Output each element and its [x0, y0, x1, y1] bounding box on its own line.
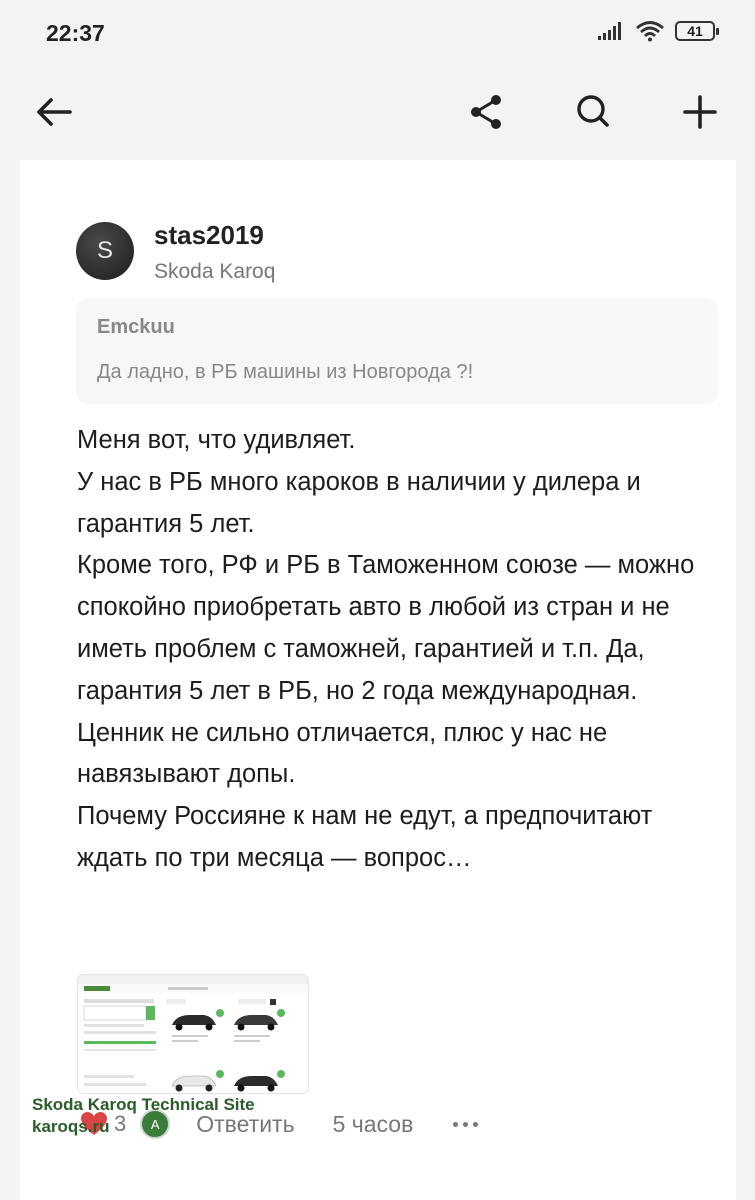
status-time: 22:37	[46, 20, 105, 46]
post-line: Ценник не сильно отличается, плюс у нас …	[77, 718, 608, 789]
search-icon	[577, 95, 609, 127]
wifi-icon	[636, 21, 664, 42]
attached-image-thumbnail[interactable]	[77, 974, 309, 1094]
back-button[interactable]	[28, 86, 80, 138]
post-line: Почему Россияне к нам не едут, а предпоч…	[77, 802, 653, 872]
quoted-message[interactable]: Emckuu Да ладно, в РБ машины из Новгород…	[76, 298, 718, 404]
post-user-car: Skoda Karoq	[154, 260, 276, 283]
battery-icon: 41	[675, 21, 719, 41]
quote-text: Да ладно, в РБ машины из Новгорода ?!	[97, 361, 474, 383]
plus-icon	[683, 95, 717, 129]
post-body: Меня вот, что удивляет. У нас в РБ много…	[77, 420, 727, 880]
post-line: У нас в РБ много кароков в наличии у дил…	[77, 467, 641, 538]
post-username[interactable]: stas2019	[154, 220, 264, 251]
user-avatar[interactable]: S	[76, 222, 134, 280]
status-bar: 22:37 41	[0, 0, 755, 66]
post-timestamp: 5 часов	[332, 1110, 414, 1137]
share-icon	[471, 95, 501, 129]
watermark-title: Skoda Karoq Technical Site	[32, 1095, 255, 1114]
post-line: Меня вот, что удивляет.	[77, 426, 356, 454]
top-toolbar	[0, 66, 755, 158]
quote-author: Emckuu	[97, 316, 175, 338]
dealer-site-screenshot	[78, 975, 308, 1092]
avatar-letter: S	[96, 237, 113, 264]
post-line: Кроме того, РФ и РБ в Таможенном союзе —…	[77, 551, 695, 705]
signal-icon	[598, 22, 621, 40]
more-options-icon[interactable]	[453, 1121, 479, 1127]
back-arrow-icon	[37, 98, 72, 126]
battery-level: 41	[687, 23, 703, 39]
add-button[interactable]	[674, 86, 726, 138]
site-watermark: Skoda Karoq Technical Site karoqs.ru	[32, 1094, 255, 1138]
share-button[interactable]	[460, 86, 512, 138]
search-button[interactable]	[568, 86, 620, 138]
watermark-domain: karoqs.ru	[32, 1117, 110, 1136]
post-card: S stas2019 Skoda Karoq Emckuu Да ладно, …	[20, 160, 736, 1200]
